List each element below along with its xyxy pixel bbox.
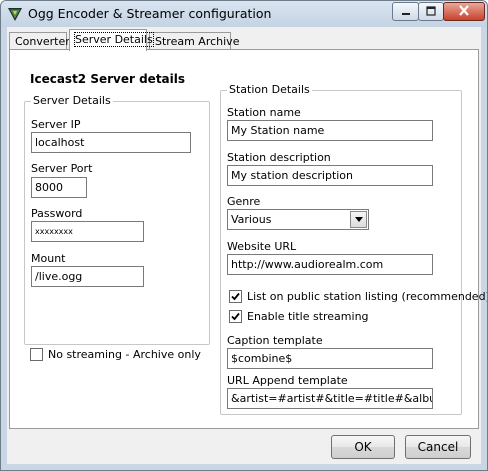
tab-server-details-label: Server Details <box>74 32 154 47</box>
tab-server-details[interactable]: Server Details <box>69 29 154 51</box>
tab-stream-archive[interactable]: Stream Archive <box>149 32 239 50</box>
server-details-group: Server Details Server IP localhost Serve… <box>24 94 210 345</box>
server-ip-label: Server IP <box>31 118 81 131</box>
chevron-down-icon <box>355 217 363 222</box>
title-streaming-label: Enable title streaming <box>247 310 369 323</box>
genre-select[interactable]: Various <box>227 209 369 230</box>
station-name-input[interactable]: My Station name <box>227 120 433 141</box>
station-description-input[interactable]: My station description <box>227 165 433 186</box>
server-heading: Icecast2 Server details <box>30 72 186 86</box>
url-append-input[interactable]: &artist=#artist#&title=#title#&album=#al… <box>227 388 433 409</box>
checkmark-icon <box>231 292 240 301</box>
caption-template-input[interactable]: $combine$ <box>227 348 433 369</box>
ok-button[interactable]: OK <box>331 435 395 459</box>
checkmark-icon <box>231 312 240 321</box>
tab-stream-archive-label: Stream Archive <box>155 35 240 48</box>
station-details-group: Station Details Station name My Station … <box>220 83 487 415</box>
caption-template-label: Caption template <box>227 334 323 347</box>
title-streaming-checkbox[interactable] <box>229 310 242 323</box>
title-bar[interactable]: Ogg Encoder & Streamer configuration <box>1 1 487 27</box>
genre-label: Genre <box>227 195 261 208</box>
server-ip-input[interactable]: localhost <box>31 132 191 153</box>
website-url-input[interactable]: http://www.audiorealm.com <box>227 254 433 275</box>
maximize-icon <box>426 6 436 16</box>
public-listing-checkbox[interactable] <box>229 290 242 303</box>
no-streaming-label: No streaming - Archive only <box>48 348 201 361</box>
server-group-title: Server Details <box>31 94 113 108</box>
station-name-label: Station name <box>227 106 301 119</box>
genre-value: Various <box>231 213 272 226</box>
dialog-client-area: Converter Server Details Stream Archive … <box>7 27 487 464</box>
password-input[interactable]: xxxxxxxx <box>31 221 144 242</box>
window-title: Ogg Encoder & Streamer configuration <box>28 6 272 21</box>
server-port-input[interactable]: 8000 <box>31 177 87 198</box>
password-label: Password <box>31 207 83 220</box>
minimize-button[interactable] <box>392 2 419 21</box>
station-group-title: Station Details <box>227 83 312 97</box>
url-append-label: URL Append template <box>227 374 348 387</box>
mount-label: Mount <box>31 252 66 265</box>
server-details-panel: Icecast2 Server details Server Details S… <box>9 49 487 429</box>
cancel-button[interactable]: Cancel <box>405 435 471 459</box>
tab-converter-label: Converter <box>15 35 70 48</box>
website-url-label: Website URL <box>227 240 297 253</box>
public-listing-label: List on public station listing (recommen… <box>247 290 488 303</box>
close-icon <box>459 5 469 16</box>
config-window: Ogg Encoder & Streamer configuration Con… <box>0 0 488 471</box>
tab-converter[interactable]: Converter <box>9 32 70 50</box>
genre-dropdown-button[interactable] <box>350 211 367 228</box>
minimize-icon <box>401 13 410 15</box>
maximize-button[interactable] <box>418 2 444 21</box>
app-logo-icon <box>7 6 23 22</box>
server-port-label: Server Port <box>31 162 93 175</box>
mount-input[interactable]: /live.ogg <box>31 266 144 287</box>
no-streaming-checkbox[interactable] <box>30 348 43 361</box>
close-button[interactable] <box>443 2 485 21</box>
station-description-label: Station description <box>227 151 331 164</box>
